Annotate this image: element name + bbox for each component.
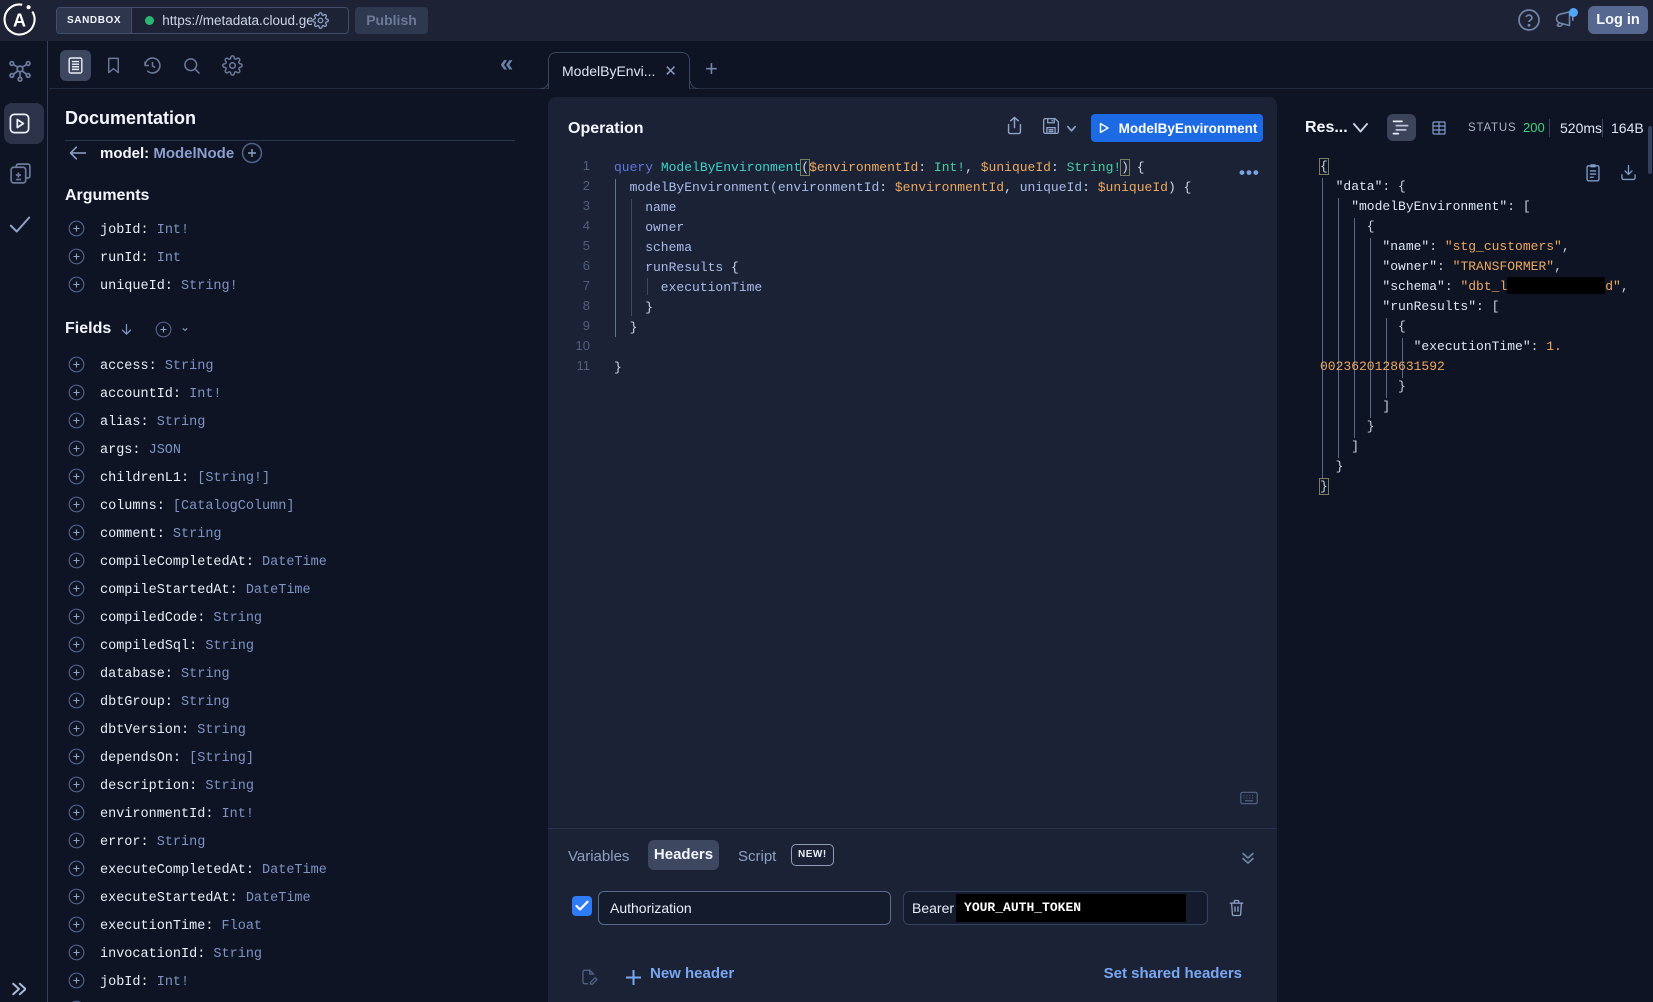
- svg-text:A: A: [13, 11, 26, 31]
